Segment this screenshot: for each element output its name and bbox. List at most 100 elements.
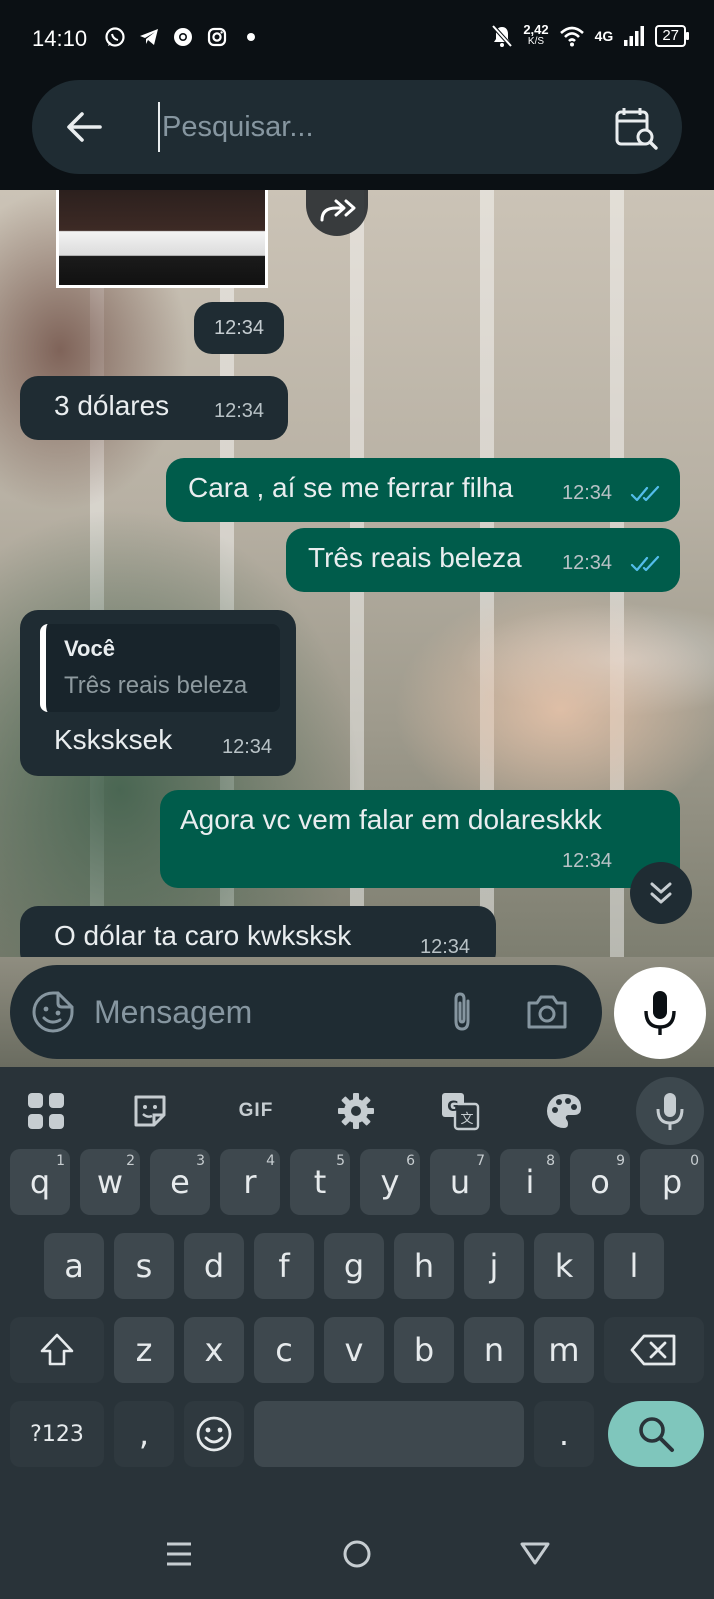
translate-button[interactable]: G文 <box>434 1085 486 1137</box>
read-receipt-icon <box>630 485 660 502</box>
key-e[interactable]: e3 <box>150 1149 210 1215</box>
key-t[interactable]: t5 <box>290 1149 350 1215</box>
key-label: z <box>135 1331 153 1369</box>
key-f[interactable]: f <box>254 1233 314 1299</box>
shift-key[interactable] <box>10 1317 104 1383</box>
keyboard-voice-button[interactable] <box>636 1077 704 1145</box>
comma-key[interactable]: , <box>114 1401 174 1467</box>
shift-icon <box>40 1333 74 1366</box>
key-label: b <box>413 1331 435 1369</box>
key-u[interactable]: u7 <box>430 1149 490 1215</box>
key-m[interactable]: m <box>534 1317 594 1383</box>
message-text: Agora vc vem falar em dolareskkk <box>180 804 602 835</box>
key-d[interactable]: d <box>184 1233 244 1299</box>
chat-area[interactable]: 12:34 3 dólares 12:34 Cara , aí se me fe… <box>0 190 714 957</box>
symbols-key[interactable]: ?123 <box>10 1401 104 1467</box>
message-text: Cara , aí se me ferrar filha <box>188 472 514 503</box>
voice-message-button[interactable] <box>614 967 706 1059</box>
key-label: e <box>170 1163 190 1201</box>
message-time: 12:34 <box>562 552 613 574</box>
message-text: O dólar ta caro kwksksk <box>54 920 352 951</box>
message-outgoing[interactable]: Cara , aí se me ferrar filha 12:34 <box>166 458 680 522</box>
message-incoming[interactable]: O dólar ta caro kwksksk 12:34 <box>20 906 496 957</box>
key-s[interactable]: s <box>114 1233 174 1299</box>
key-l[interactable]: l <box>604 1233 664 1299</box>
key-q[interactable]: q1 <box>10 1149 70 1215</box>
key-hint: 0 <box>690 1153 699 1169</box>
back-triangle-icon[interactable] <box>510 1529 560 1579</box>
sticker-emoji-icon[interactable] <box>30 989 76 1035</box>
key-r[interactable]: r4 <box>220 1149 280 1215</box>
recents-menu-icon[interactable] <box>154 1529 204 1579</box>
key-g[interactable]: g <box>324 1233 384 1299</box>
space-key[interactable] <box>254 1401 524 1467</box>
status-app-icons <box>104 26 262 48</box>
attachment-icon[interactable] <box>440 989 484 1035</box>
message-incoming-reply[interactable]: Você Três reais beleza Ksksksek 12:34 <box>20 610 296 776</box>
key-label: a <box>64 1247 84 1285</box>
scroll-to-bottom-button[interactable] <box>630 862 692 924</box>
status-bar: 14:10 2,42 K/S 4G 27 <box>0 0 714 80</box>
key-k[interactable]: k <box>534 1233 594 1299</box>
key-h[interactable]: h <box>394 1233 454 1299</box>
key-z[interactable]: z <box>114 1317 174 1383</box>
search-input[interactable] <box>158 102 578 152</box>
back-arrow-icon[interactable] <box>62 104 108 150</box>
forward-button[interactable] <box>306 190 368 236</box>
key-label: h <box>413 1247 435 1285</box>
backspace-key[interactable] <box>604 1317 704 1383</box>
message-outgoing[interactable]: Três reais beleza 12:34 <box>286 528 680 592</box>
settings-button[interactable] <box>330 1085 382 1137</box>
mic-icon <box>656 1093 684 1130</box>
message-text: Três reais beleza <box>308 542 522 573</box>
key-x[interactable]: x <box>184 1317 244 1383</box>
key-label: y <box>380 1163 400 1201</box>
home-circle-icon[interactable] <box>332 1529 382 1579</box>
key-label: r <box>243 1163 257 1201</box>
message-time: 12:34 <box>214 400 265 422</box>
apps-grid-icon <box>28 1093 64 1129</box>
read-receipt-icon <box>630 555 660 572</box>
search-action-key[interactable] <box>608 1401 704 1467</box>
net-speed-unit: K/S <box>527 36 545 47</box>
key-p[interactable]: p0 <box>640 1149 704 1215</box>
key-v[interactable]: v <box>324 1317 384 1383</box>
key-hint: 9 <box>616 1153 625 1169</box>
net-speed-value: 2,42 <box>523 22 549 37</box>
period-key[interactable]: . <box>534 1401 594 1467</box>
search-bar <box>32 80 682 174</box>
key-b[interactable]: b <box>394 1317 454 1383</box>
message-input[interactable] <box>94 985 414 1039</box>
message-outgoing[interactable]: Agora vc vem falar em dolareskkk 12:34 <box>160 790 680 888</box>
key-label: c <box>275 1331 293 1369</box>
emoji-key[interactable] <box>184 1401 244 1467</box>
apps-grid-button[interactable] <box>20 1085 72 1137</box>
translate-icon: G文 <box>442 1093 480 1131</box>
keyboard: GIF G文 q1 w2 e3 r4 t5 y6 u7 i8 o9 p0 a s… <box>0 1067 714 1507</box>
message-time: 12:34 <box>420 936 471 957</box>
key-o[interactable]: o9 <box>570 1149 630 1215</box>
key-y[interactable]: y6 <box>360 1149 420 1215</box>
key-j[interactable]: j <box>464 1233 524 1299</box>
key-w[interactable]: w2 <box>80 1149 140 1215</box>
message-time: 12:34 <box>562 850 613 872</box>
theme-button[interactable] <box>538 1085 590 1137</box>
sticker-button[interactable] <box>124 1085 176 1137</box>
key-a[interactable]: a <box>44 1233 104 1299</box>
image-message-thumbnail[interactable] <box>56 190 268 288</box>
double-chevron-down-icon <box>650 882 672 904</box>
camera-icon[interactable] <box>524 989 570 1035</box>
gif-button[interactable]: GIF <box>226 1085 286 1137</box>
key-hint: 6 <box>406 1153 415 1169</box>
calendar-search-icon[interactable] <box>612 104 660 152</box>
instagram-icon <box>207 27 227 47</box>
message-composer <box>10 965 602 1059</box>
key-c[interactable]: c <box>254 1317 314 1383</box>
search-header <box>0 80 714 190</box>
message-text: Ksksksek <box>54 724 173 755</box>
quoted-message[interactable]: Você Três reais beleza <box>40 624 280 712</box>
key-n[interactable]: n <box>464 1317 524 1383</box>
key-hint: 3 <box>196 1153 205 1169</box>
key-i[interactable]: i8 <box>500 1149 560 1215</box>
message-incoming[interactable]: 3 dólares 12:34 <box>20 376 288 440</box>
